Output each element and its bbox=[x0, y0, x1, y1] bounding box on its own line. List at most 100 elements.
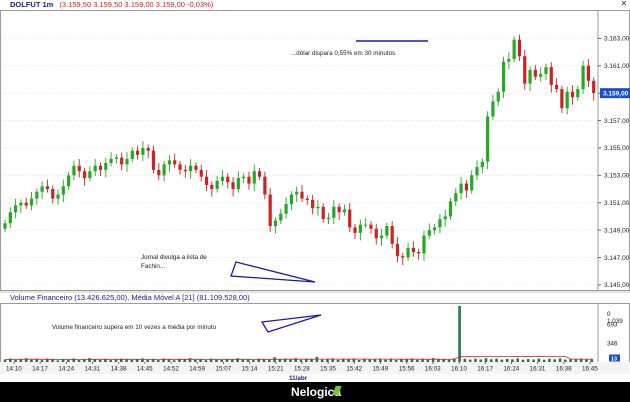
candle-body bbox=[427, 230, 431, 236]
volume-bar bbox=[67, 359, 70, 362]
volume-bar bbox=[130, 359, 134, 362]
candle-body bbox=[141, 147, 145, 155]
candle-body bbox=[390, 226, 394, 244]
candle-body bbox=[151, 150, 156, 170]
candle-body bbox=[72, 165, 76, 176]
time-tick-label: 15:14 bbox=[242, 366, 258, 373]
candle-body bbox=[77, 165, 81, 172]
candle-body bbox=[422, 235, 426, 254]
candle-body bbox=[438, 219, 442, 228]
price-tick-label: 3.151,00 bbox=[604, 200, 630, 207]
candle-body bbox=[464, 183, 469, 191]
time-tick-label: 15:56 bbox=[399, 366, 415, 373]
volume-bar bbox=[484, 358, 488, 362]
volume-bar bbox=[252, 360, 255, 362]
volume-bar bbox=[220, 359, 224, 362]
candle-body bbox=[130, 150, 134, 159]
volume-bar bbox=[563, 359, 567, 362]
candle-body bbox=[533, 69, 537, 77]
volume-bar bbox=[230, 359, 234, 362]
volume-bar bbox=[336, 359, 340, 362]
volume-bar bbox=[183, 359, 187, 362]
volume-bar bbox=[193, 359, 197, 362]
candle-body bbox=[252, 171, 256, 184]
volume-bar bbox=[548, 358, 551, 362]
candle-body bbox=[157, 169, 161, 176]
candle-body bbox=[120, 157, 124, 165]
candle-body bbox=[173, 160, 177, 165]
candle-body bbox=[284, 204, 288, 214]
candle-body bbox=[432, 227, 437, 231]
time-tick-label: 14:24 bbox=[58, 366, 74, 373]
volume-bar bbox=[489, 359, 493, 362]
volume-bar bbox=[310, 359, 313, 362]
volume-bar bbox=[30, 359, 33, 362]
candle-body bbox=[528, 69, 532, 84]
price-tick-label: 3.163,00 bbox=[604, 36, 630, 43]
candle-body bbox=[204, 176, 209, 185]
candle-body bbox=[337, 206, 341, 213]
volume-bar bbox=[495, 358, 498, 362]
volume-bar bbox=[505, 358, 509, 362]
volume-bar bbox=[289, 359, 292, 362]
volume-bar bbox=[347, 359, 350, 362]
jornal-annotation-line1: Jornal divulga a lista de bbox=[141, 254, 207, 261]
volume-bar bbox=[82, 359, 86, 362]
volume-bar bbox=[357, 359, 361, 362]
volume-bar bbox=[553, 359, 557, 362]
price-tick-label: 3.161,00 bbox=[604, 63, 630, 70]
volume-bar bbox=[278, 359, 282, 362]
candle-body bbox=[581, 65, 585, 90]
jornal-annotation-arrow bbox=[230, 261, 316, 283]
candle-body bbox=[332, 206, 336, 218]
volume-bar bbox=[241, 359, 245, 362]
volume-bar bbox=[458, 306, 461, 362]
volume-moving-average-line bbox=[4, 356, 592, 360]
candle-body bbox=[93, 165, 97, 172]
candle-body bbox=[189, 165, 193, 172]
volume-bar bbox=[51, 359, 54, 362]
time-tick-label: 14:17 bbox=[32, 366, 48, 373]
price-tick-label: 3.149,00 bbox=[604, 227, 630, 234]
candle-body bbox=[35, 191, 39, 199]
candle-body bbox=[316, 206, 320, 209]
candle-body bbox=[257, 171, 262, 177]
volume-bar bbox=[299, 359, 303, 362]
volume-bar bbox=[146, 359, 150, 362]
volume-bar bbox=[474, 358, 477, 362]
candle-body bbox=[56, 194, 60, 199]
candle-body bbox=[512, 39, 516, 59]
candle-body bbox=[88, 171, 92, 179]
candle-body bbox=[24, 202, 28, 206]
candle-body bbox=[45, 186, 50, 190]
volume-bar bbox=[500, 359, 504, 362]
time-tick-label: 15:35 bbox=[320, 366, 336, 373]
candle-body bbox=[109, 158, 113, 164]
volume-bar bbox=[172, 360, 176, 362]
volume-bar bbox=[14, 359, 17, 362]
candle-body bbox=[554, 84, 559, 90]
candle-body bbox=[385, 226, 389, 236]
volume-tick-label: 0 bbox=[607, 311, 611, 318]
candle-body bbox=[507, 58, 511, 62]
candle-body bbox=[358, 224, 362, 233]
candle-body bbox=[300, 191, 304, 199]
time-tick-label: 15:42 bbox=[346, 366, 362, 373]
candle-body bbox=[406, 247, 410, 258]
volume-bar bbox=[114, 359, 118, 362]
candle-body bbox=[470, 175, 474, 191]
candle-body bbox=[496, 91, 500, 102]
candle-body bbox=[162, 164, 166, 176]
time-tick-label: 16:31 bbox=[530, 366, 546, 373]
volume-tick-label: 346 bbox=[607, 340, 618, 347]
candle-body bbox=[459, 183, 463, 194]
volume-bar bbox=[373, 359, 377, 362]
candle-body bbox=[289, 194, 293, 205]
candle-body bbox=[326, 217, 331, 220]
candle-body bbox=[369, 224, 373, 229]
price-tick-label: 3.147,00 bbox=[604, 255, 630, 262]
volume-bar bbox=[532, 359, 535, 362]
volume-bar bbox=[156, 360, 160, 362]
volume-bar bbox=[267, 359, 271, 362]
volume-bar bbox=[447, 359, 451, 362]
